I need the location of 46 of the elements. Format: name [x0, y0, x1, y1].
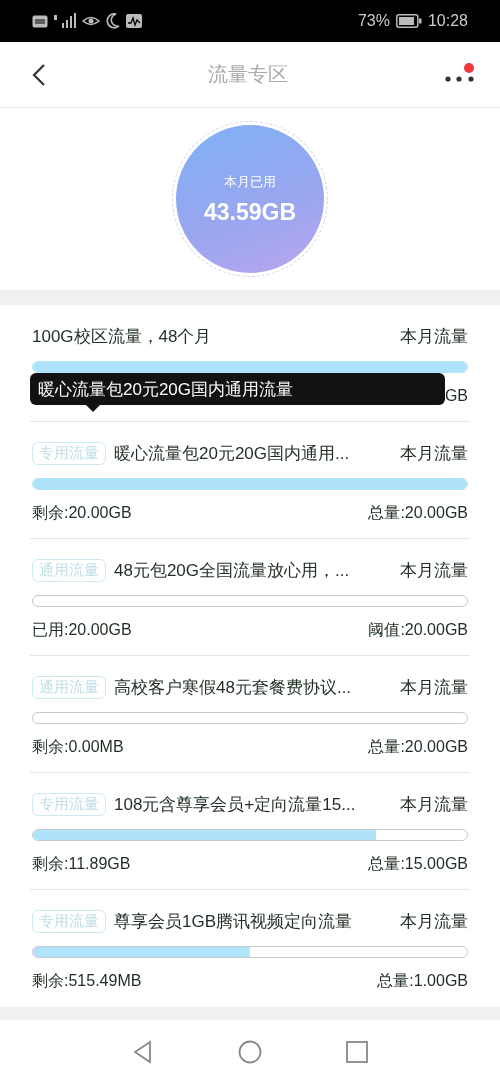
signal-icon: [54, 13, 76, 29]
eye-icon: [82, 14, 100, 28]
package-title: 48元包20G全国流量放心用，...: [114, 559, 351, 582]
moon-icon: [106, 13, 120, 29]
package-tag: 专用流量: [32, 909, 106, 933]
package-tag: 专用流量: [32, 792, 106, 816]
total-text: 阈值:20.00GB: [368, 619, 468, 640]
usage-value: 43.59GB: [203, 198, 297, 226]
usage-label: 本月已用: [224, 172, 276, 191]
period-label: 本月流量: [400, 793, 468, 816]
battery-percent: 73%: [357, 12, 390, 30]
period-label: 本月流量: [400, 910, 468, 933]
total-text: GB: [444, 387, 468, 405]
page-title: 流量专区: [207, 62, 289, 87]
package-tag: 专用流量: [32, 441, 106, 465]
total-text: 总量:15.00GB: [368, 853, 468, 874]
recents-nav-button[interactable]: [343, 1039, 370, 1065]
package-title: 暖心流量包20元20G国内通用...: [114, 442, 351, 465]
period-label: 本月流量: [400, 676, 468, 699]
remaining-text: 剩余:515.49MB: [32, 970, 143, 991]
total-text: 总量:20.00GB: [368, 736, 468, 757]
package-title: 108元含尊享会员+定向流量15...: [114, 793, 357, 816]
remaining-text: 已用:20.00GB: [32, 619, 133, 640]
total-text: 总量:1.00GB: [377, 970, 468, 991]
hd-icon: [32, 14, 48, 28]
activity-icon: [126, 14, 142, 28]
tooltip-pointer-icon: [86, 405, 100, 412]
remaining-text: 剩余:0.00MB: [32, 736, 125, 757]
circle-icon: [237, 1039, 263, 1065]
total-text: 总量:20.00GB: [368, 502, 468, 523]
package-tag: 通用流量: [32, 675, 106, 699]
battery-icon: [395, 14, 422, 28]
home-nav-button[interactable]: [237, 1039, 263, 1065]
period-label: 本月流量: [400, 325, 468, 348]
tooltip: 暖心流量包20元20G国内通用流量: [30, 373, 445, 405]
period-label: 本月流量: [400, 442, 468, 465]
package-title: 高校客户寒假48元套餐费协议...: [114, 676, 353, 699]
package-tag: 通用流量: [32, 558, 106, 582]
package-title: 100G校区流量，48个月: [32, 325, 213, 348]
remaining-text: 剩余:20.00GB: [32, 502, 133, 523]
period-label: 本月流量: [400, 559, 468, 582]
package-title: 尊享会员1GB腾讯视频定向流量: [114, 910, 354, 933]
clock-time: 10:28: [427, 12, 468, 30]
remaining-text: 剩余:11.89GB: [32, 853, 132, 874]
more-icon: [444, 75, 474, 82]
square-icon: [343, 1039, 370, 1065]
